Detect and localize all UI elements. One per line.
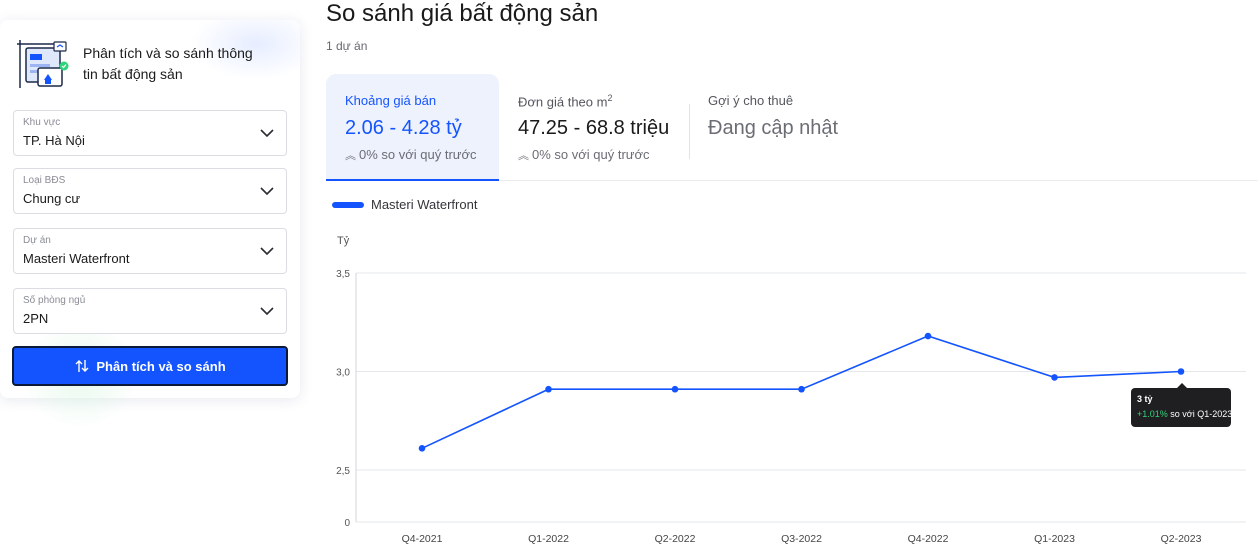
page-title: So sánh giá bất động sản (326, 0, 599, 27)
bedrooms-value: 2PN (23, 311, 49, 326)
y-tick-label: 0 (344, 518, 350, 529)
tab-label-sup: 2 (607, 93, 613, 103)
y-tick-label: 3,0 (336, 368, 350, 379)
region-value: TP. Hà Nội (23, 133, 85, 148)
x-tick-label: Q4-2021 (402, 533, 443, 545)
tab-change: ︽ 0% so với quý trước (345, 147, 477, 163)
tab-value: Đang cập nhật (708, 117, 839, 139)
data-point (1051, 374, 1058, 381)
property-type-value: Chung cư (23, 191, 81, 206)
x-tick-label: Q1-2023 (1034, 533, 1075, 545)
change-text: 0% so với quý trước (532, 147, 650, 162)
double-chevron-up-icon: ︽ (518, 150, 529, 162)
tooltip-pointer (1177, 383, 1187, 388)
tab-value: 2.06 - 4.28 tỷ (345, 117, 462, 139)
chevron-down-icon (260, 307, 274, 316)
sort-arrows-icon (75, 360, 89, 372)
region-select[interactable]: Khu vực TP. Hà Nội (13, 110, 287, 156)
analyze-button[interactable]: Phân tích và so sánh (12, 346, 288, 386)
chevron-down-icon (260, 187, 274, 196)
project-select[interactable]: Dự án Masteri Waterfront (13, 228, 287, 274)
chart-tooltip: 3 tỷ +1.01% so với Q1-2023 (1131, 383, 1232, 427)
project-count: 1 dự án (326, 39, 368, 53)
double-chevron-up-icon: ︽ (345, 150, 356, 162)
x-tick-label: Q2-2023 (1161, 533, 1202, 545)
x-tick-label: Q4-2022 (908, 533, 949, 545)
y-tick-label: 3,5 (336, 269, 350, 280)
chevron-down-icon (260, 247, 274, 256)
project-label: Dự án (23, 235, 51, 246)
panel-title: Phân tích và so sánh thông tin bất động … (83, 45, 253, 82)
panel-header: Phân tích và so sánh thông tin bất động … (16, 36, 263, 92)
price-line-chart: Tỷ 0 2,5 3,0 3,5 Q4-2021 Q1-2022 Q2-2022 Q3-2022… (336, 235, 1246, 545)
tab-change: ︽ 0% so với quý trước (518, 147, 650, 163)
search-panel: Phân tích và so sánh thông tin bất động … (0, 20, 300, 430)
bedrooms-label: Số phòng ngủ (23, 295, 86, 306)
tooltip-change-pct: +1.01% (1137, 409, 1168, 419)
legend-series-name: Masteri Waterfront (371, 197, 478, 212)
x-tick-label: Q2-2022 (655, 533, 696, 545)
metric-tabs: Khoảng giá bán 2.06 - 4.28 tỷ ︽ 0% so với… (326, 74, 1258, 181)
tab-label-text: Đơn giá theo m (518, 94, 608, 110)
project-value: Masteri Waterfront (23, 251, 130, 266)
data-point (798, 385, 805, 393)
chevron-down-icon (260, 129, 274, 138)
region-label: Khu vực (23, 117, 61, 128)
tab-unit-price[interactable]: Đơn giá theo m2 47.25 - 68.8 triệu ︽ 0% s… (499, 74, 689, 181)
bedrooms-select[interactable]: Số phòng ngủ 2PN (13, 288, 287, 334)
analyze-button-label: Phân tích và so sánh (96, 358, 226, 374)
tab-label: Đơn giá theo m2 (518, 93, 612, 109)
tooltip-value: 3 tỷ (1137, 394, 1153, 404)
tooltip-change: +1.01% so với Q1-2023 (1137, 409, 1232, 419)
data-point (418, 445, 426, 452)
data-point (671, 385, 679, 393)
x-tick-label: Q1-2022 (528, 533, 569, 545)
data-point (545, 385, 552, 393)
tab-value: 47.25 - 68.8 triệu (518, 117, 670, 139)
change-text: 0% so với quý trước (359, 147, 477, 162)
tab-rent-suggestion[interactable]: Gợi ý cho thuê Đang cập nhật (689, 74, 889, 181)
property-type-label: Loại BĐS (23, 175, 66, 186)
tab-label: Gợi ý cho thuê (708, 93, 794, 108)
y-axis-label: Tỷ (337, 235, 350, 247)
tooltip-change-suffix: so với Q1-2023 (1167, 409, 1233, 419)
tab-price-range[interactable]: Khoảng giá bán 2.06 - 4.28 tỷ ︽ 0% so với… (326, 74, 499, 181)
legend-swatch (332, 201, 364, 208)
chart-legend[interactable]: Masteri Waterfront (332, 197, 477, 212)
analysis-illustration-icon (16, 36, 72, 92)
x-tick-label: Q3-2022 (781, 533, 822, 545)
property-type-select[interactable]: Loại BĐS Chung cư (13, 168, 287, 214)
y-tick-label: 2,5 (336, 466, 350, 477)
data-point (1177, 368, 1185, 375)
tab-label: Khoảng giá bán (345, 93, 437, 108)
data-point (924, 332, 932, 340)
